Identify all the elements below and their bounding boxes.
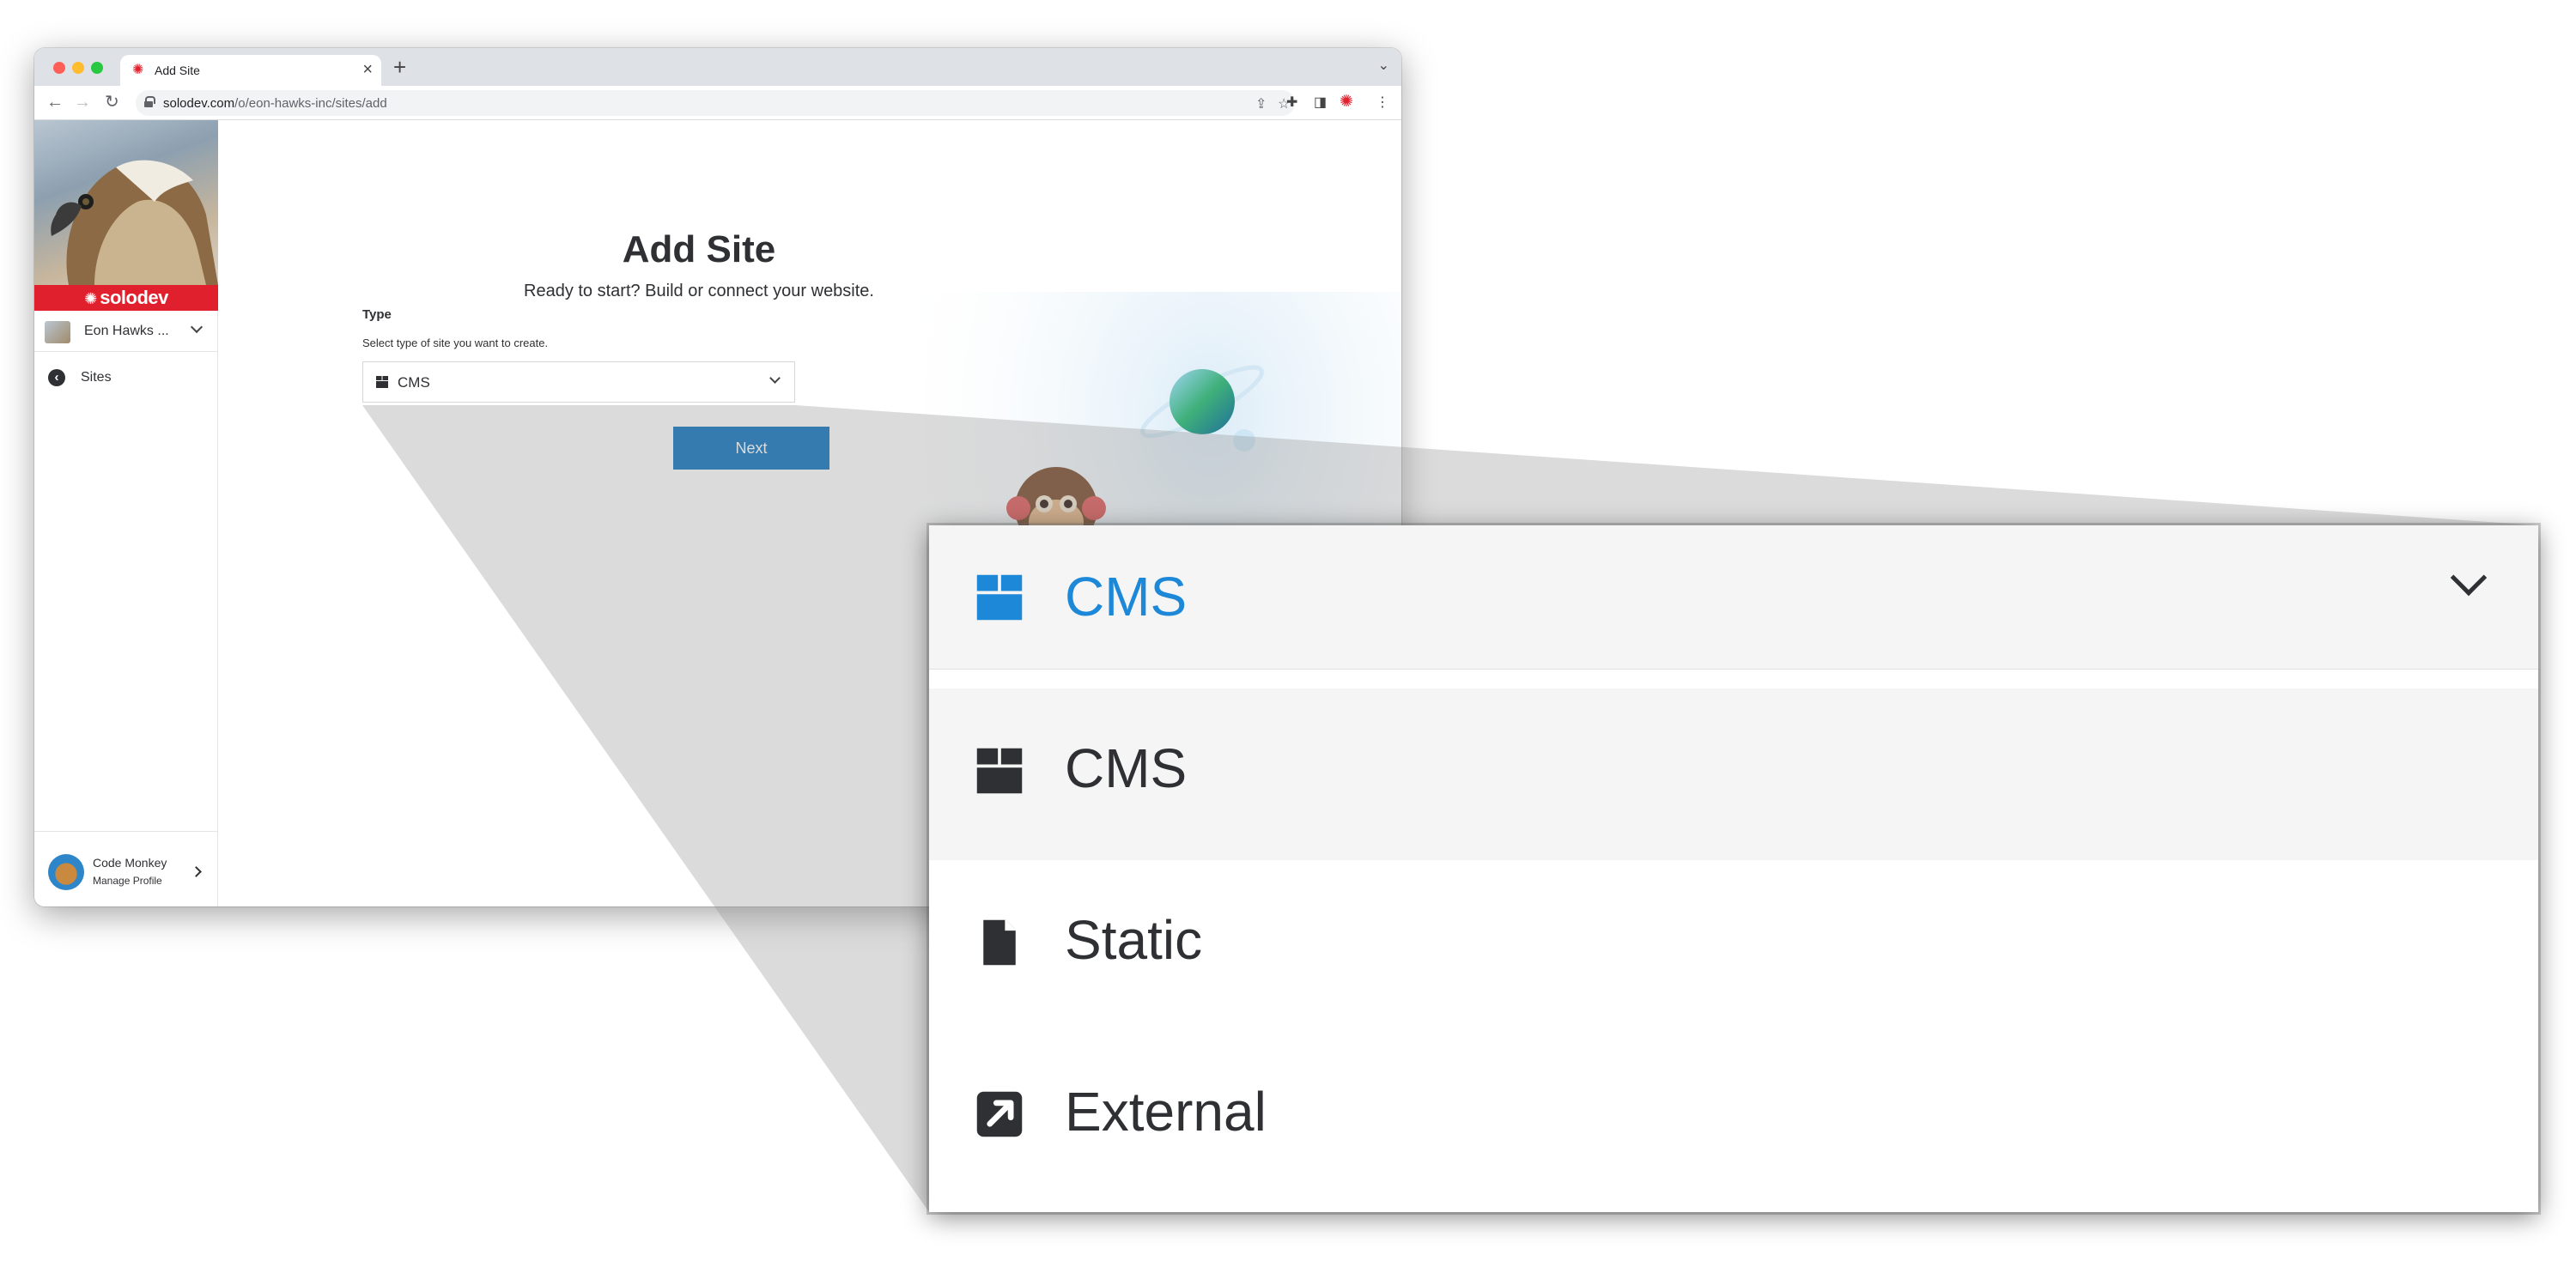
profile-menu[interactable]: Code Monkey Manage Profile bbox=[34, 831, 218, 906]
tab-bar: ✺ Add Site × + ⌄ bbox=[34, 48, 1401, 86]
avatar bbox=[48, 854, 84, 890]
type-field-label: Type bbox=[362, 307, 392, 322]
browser-tab[interactable]: ✺ Add Site × bbox=[120, 55, 381, 86]
arrow-left-circle-icon: ‹ bbox=[48, 369, 65, 386]
tab-search-chevron-icon[interactable]: ⌄ bbox=[1378, 57, 1389, 74]
minimize-window-button[interactable] bbox=[72, 62, 84, 74]
profile-name: Code Monkey bbox=[93, 856, 167, 870]
org-switcher[interactable]: Eon Hawks ... bbox=[34, 311, 218, 352]
zoomed-select-field[interactable]: CMS bbox=[929, 525, 2538, 670]
dropdown-option-external[interactable]: External bbox=[929, 1032, 2538, 1203]
share-icon[interactable]: ⇪ bbox=[1255, 95, 1267, 112]
box-icon bbox=[976, 574, 1023, 621]
file-icon bbox=[983, 919, 1016, 966]
tab-title: Add Site bbox=[155, 64, 200, 77]
site-type-select[interactable]: CMS bbox=[362, 361, 795, 403]
chevron-right-icon bbox=[191, 866, 202, 877]
solodev-extension-icon[interactable]: ✺ bbox=[1340, 92, 1353, 112]
side-panel-icon[interactable]: ◨ bbox=[1314, 94, 1327, 111]
org-avatar bbox=[45, 321, 70, 343]
forward-arrow-icon[interactable]: → bbox=[74, 93, 91, 112]
box-icon bbox=[976, 748, 1023, 794]
maximize-window-button[interactable] bbox=[91, 62, 103, 74]
extensions-puzzle-icon[interactable]: ✚ bbox=[1286, 94, 1297, 111]
dropdown-option-label: External bbox=[1065, 1081, 1267, 1143]
solodev-logo-icon: ✺ bbox=[84, 290, 98, 307]
sidebar-item-label: Sites bbox=[81, 370, 112, 385]
app-sidebar: ✺ solodev Eon Hawks ... ‹ Sites Code Monk… bbox=[34, 120, 218, 906]
new-tab-button[interactable]: + bbox=[393, 55, 406, 79]
address-bar[interactable]: solodev.com/o/eon-hawks-inc/sites/add ⇪ … bbox=[136, 90, 1295, 116]
brand-name: solodev bbox=[100, 287, 168, 308]
sidebar-item-sites[interactable]: ‹ Sites bbox=[34, 361, 218, 395]
dropdown-option-label: CMS bbox=[1065, 737, 1188, 799]
dropdown-option-cms[interactable]: CMS bbox=[929, 688, 2538, 860]
manage-profile-link[interactable]: Manage Profile bbox=[93, 875, 162, 887]
type-field-help: Select type of site you want to create. bbox=[362, 336, 549, 349]
url-host: solodev.com bbox=[163, 96, 235, 111]
browser-toolbar: ← → ↻ solodev.com/o/eon-hawks-inc/sites/… bbox=[34, 86, 1401, 120]
page-title: Add Site bbox=[622, 228, 776, 270]
chevron-down-icon bbox=[2450, 559, 2488, 597]
next-button[interactable]: Next bbox=[673, 427, 829, 470]
external-link-icon bbox=[976, 1091, 1023, 1137]
browser-menu-icon[interactable]: ⋮ bbox=[1376, 94, 1389, 111]
org-name: Eon Hawks ... bbox=[84, 324, 169, 338]
box-icon bbox=[376, 376, 388, 388]
zoomed-type-dropdown: CMS CMS Static External bbox=[929, 525, 2538, 1212]
close-window-button[interactable] bbox=[53, 62, 65, 74]
reload-icon[interactable]: ↻ bbox=[105, 93, 119, 112]
zoomed-select-value: CMS bbox=[1065, 566, 1188, 627]
hawk-image bbox=[51, 160, 218, 285]
solodev-favicon-icon: ✺ bbox=[132, 63, 144, 77]
url-text[interactable]: solodev.com/o/eon-hawks-inc/sites/add bbox=[163, 96, 387, 111]
chevron-down-icon bbox=[190, 320, 204, 334]
dropdown-option-label: Static bbox=[1065, 909, 1203, 971]
org-hero-image bbox=[34, 120, 218, 285]
dropdown-option-static[interactable]: Static bbox=[929, 860, 2538, 1032]
lock-icon bbox=[144, 96, 155, 107]
back-arrow-icon[interactable]: ← bbox=[46, 93, 64, 112]
chevron-down-icon bbox=[769, 373, 781, 384]
screenshot-stage: ✺ Add Site × + ⌄ ← → ↻ solodev.com/o/eon… bbox=[0, 0, 2576, 1261]
url-path: /o/eon-hawks-inc/sites/add bbox=[234, 96, 387, 111]
tab-close-icon[interactable]: × bbox=[362, 60, 373, 79]
site-type-select-value: CMS bbox=[398, 374, 430, 391]
brand-bar: ✺ solodev bbox=[34, 285, 218, 311]
